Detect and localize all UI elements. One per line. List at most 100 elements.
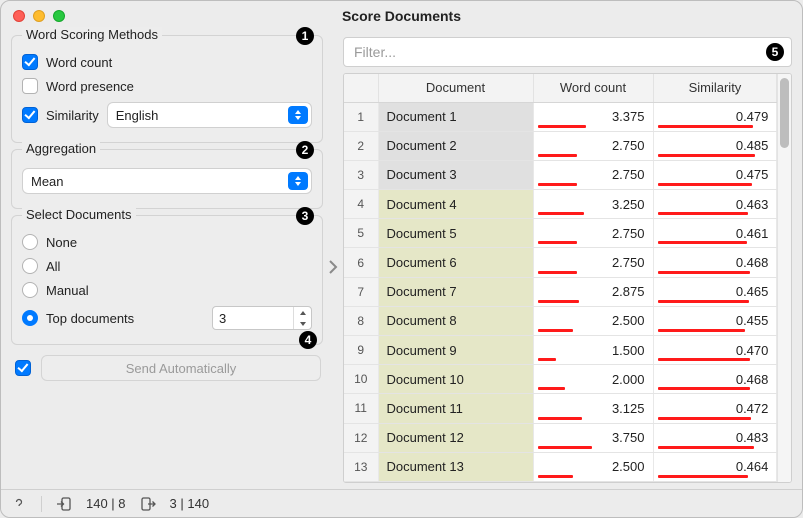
select-value: Mean xyxy=(31,174,64,189)
radio-icon[interactable] xyxy=(22,310,38,326)
row-number: 8 xyxy=(344,306,378,335)
radio-label: None xyxy=(46,235,77,250)
cell-similarity: 0.479 xyxy=(653,102,777,131)
cell-similarity: 0.483 xyxy=(653,423,777,452)
cell-wordcount: 2.750 xyxy=(533,219,653,248)
row-number: 6 xyxy=(344,248,378,277)
section-number-5: 5 xyxy=(766,43,784,61)
cell-document: Document 6 xyxy=(378,248,533,277)
checkbox-word-count[interactable] xyxy=(22,54,38,70)
minimize-window-icon[interactable] xyxy=(33,10,45,22)
select-similarity-language[interactable]: English xyxy=(107,102,312,128)
input-icon xyxy=(56,496,72,512)
col-similarity[interactable]: Similarity xyxy=(653,74,777,102)
cell-similarity: 0.465 xyxy=(653,277,777,306)
radio-all[interactable]: All xyxy=(22,254,312,278)
select-aggregation[interactable]: Mean xyxy=(22,168,312,194)
help-icon[interactable] xyxy=(11,496,27,512)
close-window-icon[interactable] xyxy=(13,10,25,22)
table-row[interactable]: 10Document 102.0000.468 xyxy=(344,365,777,394)
cell-similarity: 0.468 xyxy=(653,248,777,277)
table-row[interactable]: 12Document 123.7500.483 xyxy=(344,423,777,452)
row-number: 2 xyxy=(344,131,378,160)
cell-similarity: 0.468 xyxy=(653,365,777,394)
content-area: Word Scoring Methods 1 Word count Word p… xyxy=(1,31,802,489)
cell-similarity: 0.463 xyxy=(653,190,777,219)
table-row[interactable]: 6Document 62.7500.468 xyxy=(344,248,777,277)
window-title: Score Documents xyxy=(1,8,802,24)
cell-document: Document 2 xyxy=(378,131,533,160)
label-word-count: Word count xyxy=(46,55,112,70)
row-number: 9 xyxy=(344,336,378,365)
col-wordcount[interactable]: Word count xyxy=(533,74,653,102)
checkbox-word-presence[interactable] xyxy=(22,78,38,94)
filter-placeholder: Filter... xyxy=(354,44,396,60)
filter-input[interactable]: Filter... xyxy=(343,37,792,67)
table-row[interactable]: 5Document 52.7500.461 xyxy=(344,219,777,248)
radio-icon[interactable] xyxy=(22,234,38,250)
row-number: 4 xyxy=(344,190,378,219)
table-row[interactable]: 3Document 32.7500.475 xyxy=(344,160,777,189)
radio-none[interactable]: None xyxy=(22,230,312,254)
row-number: 1 xyxy=(344,102,378,131)
row-number: 7 xyxy=(344,277,378,306)
filter-wrap: Filter... 5 xyxy=(343,37,792,67)
checkbox-similarity[interactable] xyxy=(22,107,38,123)
scroll-thumb[interactable] xyxy=(780,78,789,148)
cell-document: Document 11 xyxy=(378,394,533,423)
radio-label: Manual xyxy=(46,283,89,298)
output-icon xyxy=(140,496,156,512)
table-row[interactable]: 1Document 13.3750.479 xyxy=(344,102,777,131)
radio-icon[interactable] xyxy=(22,282,38,298)
checkbox-send-auto[interactable] xyxy=(15,360,31,376)
zoom-window-icon[interactable] xyxy=(53,10,65,22)
results-table-wrap: Document Word count Similarity 1Document… xyxy=(343,73,792,483)
send-bar: 4 Send Automatically xyxy=(11,351,323,381)
send-automatically-button[interactable]: Send Automatically xyxy=(41,355,321,381)
aggregation-row: Mean xyxy=(22,164,312,198)
cell-wordcount: 3.750 xyxy=(533,423,653,452)
table-row[interactable]: 2Document 22.7500.485 xyxy=(344,131,777,160)
table-row[interactable]: 7Document 72.8750.465 xyxy=(344,277,777,306)
cell-wordcount: 2.750 xyxy=(533,131,653,160)
step-up-icon[interactable] xyxy=(294,307,311,318)
cell-wordcount: 2.750 xyxy=(533,248,653,277)
status-input: 140 | 8 xyxy=(86,496,126,511)
table-row[interactable]: 13Document 132.5000.464 xyxy=(344,452,777,481)
table-row[interactable]: 11Document 113.1250.472 xyxy=(344,394,777,423)
cell-similarity: 0.464 xyxy=(653,452,777,481)
cell-wordcount: 2.875 xyxy=(533,277,653,306)
radio-manual[interactable]: Manual xyxy=(22,278,312,302)
button-label: Send Automatically xyxy=(126,361,237,376)
vertical-scrollbar[interactable] xyxy=(777,74,791,482)
radio-label: All xyxy=(46,259,60,274)
results-table[interactable]: Document Word count Similarity 1Document… xyxy=(344,74,777,482)
group-legend: Select Documents xyxy=(22,207,136,222)
option-word-count[interactable]: Word count xyxy=(22,50,312,74)
option-word-presence[interactable]: Word presence xyxy=(22,74,312,98)
section-number-1: 1 xyxy=(296,27,314,45)
col-rownum[interactable] xyxy=(344,74,378,102)
table-row[interactable]: 4Document 43.2500.463 xyxy=(344,190,777,219)
table-row[interactable]: 9Document 91.5000.470 xyxy=(344,336,777,365)
radio-icon[interactable] xyxy=(22,258,38,274)
top-documents-input[interactable]: 3 xyxy=(212,306,312,330)
label-similarity: Similarity xyxy=(46,108,99,123)
group-aggregation: Aggregation 2 Mean xyxy=(11,149,323,209)
cell-similarity: 0.485 xyxy=(653,131,777,160)
window-controls xyxy=(13,10,65,22)
left-panel: Word Scoring Methods 1 Word count Word p… xyxy=(1,31,331,489)
cell-document: Document 5 xyxy=(378,219,533,248)
section-number-2: 2 xyxy=(296,141,314,159)
table-row[interactable]: 8Document 82.5000.455 xyxy=(344,306,777,335)
group-word-scoring: Word Scoring Methods 1 Word count Word p… xyxy=(11,35,323,143)
cell-document: Document 8 xyxy=(378,306,533,335)
col-document[interactable]: Document xyxy=(378,74,533,102)
collapse-panel-icon[interactable] xyxy=(327,259,339,280)
radio-top-documents[interactable]: Top documents 3 xyxy=(22,302,312,334)
cell-similarity: 0.470 xyxy=(653,336,777,365)
right-panel: Filter... 5 Document Word count Similari… xyxy=(331,31,802,489)
row-number: 10 xyxy=(344,365,378,394)
step-down-icon[interactable] xyxy=(294,318,311,329)
cell-document: Document 3 xyxy=(378,160,533,189)
